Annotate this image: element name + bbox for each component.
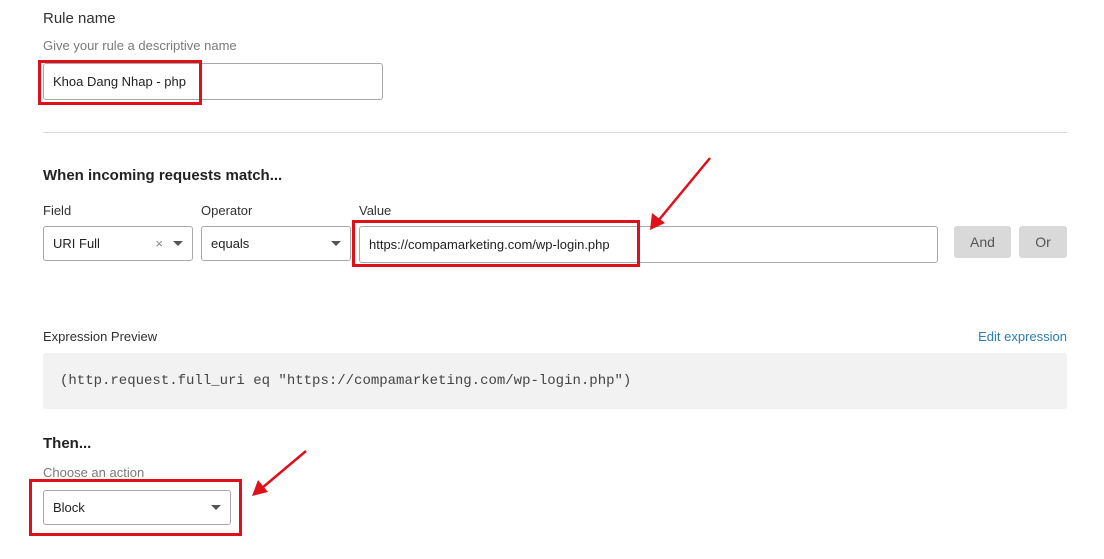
arrow-icon [650, 157, 711, 230]
arrow-icon [252, 450, 307, 496]
annotation-arrows [252, 157, 711, 496]
